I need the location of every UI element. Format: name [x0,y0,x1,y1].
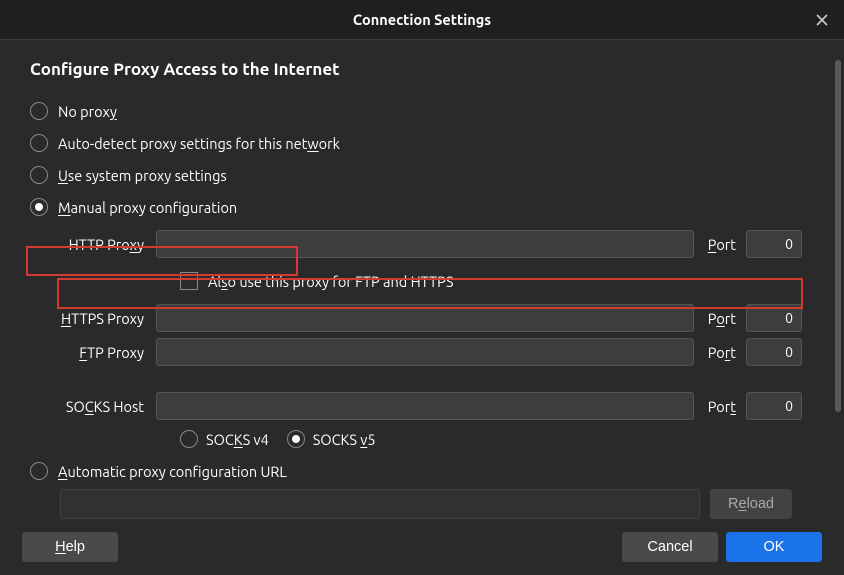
radio-manual-proxy[interactable]: Manual proxy configuration [30,191,802,223]
radio-icon [30,134,48,152]
radio-auto-config-url[interactable]: Automatic proxy configuration URL [30,455,802,487]
socks-host-label: SOCKS Host [60,398,150,415]
http-port-label: Port [700,236,740,253]
ftp-proxy-row: FTP Proxy Port 0 [60,335,802,369]
auto-config-url-block: Reload [30,489,802,519]
also-use-proxy-checkbox[interactable]: Also use this proxy for FTP and HTTPS [60,265,802,297]
radio-label: No proxy [58,103,117,120]
http-port-input[interactable]: 0 [746,230,802,258]
radio-system-proxy[interactable]: Use system proxy settings [30,159,802,191]
dialog-content: Configure Proxy Access to the Internet N… [0,40,832,520]
auto-config-url-input[interactable] [60,489,700,519]
socks-host-input[interactable] [156,392,694,420]
radio-socks-v5[interactable]: SOCKS v5 [287,423,376,455]
https-port-input[interactable]: 0 [746,304,802,332]
cancel-button[interactable]: Cancel [622,532,718,562]
ftp-port-input[interactable]: 0 [746,338,802,366]
ok-button[interactable]: OK [726,532,822,562]
socks-host-row: SOCKS Host Port 0 [60,389,802,423]
help-button[interactable]: Help [22,532,118,562]
radio-icon [30,462,48,480]
socks-port-label: Port [700,398,740,415]
radio-no-proxy[interactable]: No proxy [30,95,802,127]
radio-icon [30,102,48,120]
ftp-proxy-input[interactable] [156,338,694,366]
radio-icon [180,430,198,448]
https-proxy-row: HTTPS Proxy Port 0 [60,301,802,335]
http-proxy-input[interactable] [156,230,694,258]
radio-socks-v4[interactable]: SOCKS v4 [180,423,269,455]
http-proxy-row: HTTP Proxy Port 0 [60,227,802,261]
ftp-proxy-label: FTP Proxy [60,344,150,361]
radio-label: Use system proxy settings [58,167,227,184]
https-port-label: Port [700,310,740,327]
section-title: Configure Proxy Access to the Internet [30,60,802,79]
https-proxy-input[interactable] [156,304,694,332]
close-icon[interactable] [812,10,832,30]
radio-auto-detect[interactable]: Auto-detect proxy settings for this netw… [30,127,802,159]
radio-label: Automatic proxy configuration URL [58,463,287,480]
radio-label: Auto-detect proxy settings for this netw… [58,135,340,152]
radio-label: SOCKS v4 [206,431,269,448]
radio-icon [30,198,48,216]
radio-icon [30,166,48,184]
https-proxy-label: HTTPS Proxy [60,310,150,327]
radio-label: Manual proxy configuration [58,199,237,216]
http-proxy-label: HTTP Proxy [60,236,150,253]
ftp-port-label: Port [700,344,740,361]
reload-button[interactable]: Reload [710,489,792,519]
window-title: Connection Settings [353,11,491,28]
checkbox-label: Also use this proxy for FTP and HTTPS [208,273,453,290]
dialog-footer: Help Cancel OK [0,520,844,574]
checkbox-icon [180,272,198,290]
radio-label: SOCKS v5 [313,431,376,448]
scrollbar-thumb[interactable] [835,60,841,412]
content-scrollbar[interactable] [832,40,844,520]
socks-version-row: SOCKS v4 SOCKS v5 [60,423,802,455]
socks-port-input[interactable]: 0 [746,392,802,420]
titlebar: Connection Settings [0,0,844,40]
radio-icon [287,430,305,448]
manual-proxy-block: HTTP Proxy Port 0 Also use this proxy fo… [30,227,802,455]
